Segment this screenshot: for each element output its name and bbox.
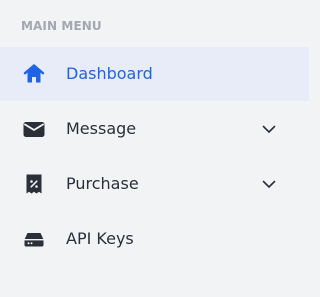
chevron-down-icon[interactable] xyxy=(260,175,278,193)
sidebar-item-label: Purchase xyxy=(66,174,139,193)
sidebar-item-label: API Keys xyxy=(66,229,134,248)
sidebar: MAIN MENU Dashboard Message Purchase API… xyxy=(0,0,309,297)
chevron-down-icon[interactable] xyxy=(260,120,278,138)
envelope-icon xyxy=(22,117,46,141)
sidebar-item-api-keys[interactable]: API Keys xyxy=(0,212,309,266)
sidebar-item-label: Dashboard xyxy=(66,64,153,83)
server-drive-icon xyxy=(22,227,46,251)
sidebar-item-label: Message xyxy=(66,119,137,138)
main-menu-section-title: MAIN MENU xyxy=(21,19,102,33)
home-icon xyxy=(22,62,46,86)
sidebar-item-message[interactable]: Message xyxy=(0,102,309,156)
receipt-icon xyxy=(22,172,46,196)
sidebar-item-dashboard[interactable]: Dashboard xyxy=(0,47,309,101)
sidebar-item-purchase[interactable]: Purchase xyxy=(0,157,309,211)
